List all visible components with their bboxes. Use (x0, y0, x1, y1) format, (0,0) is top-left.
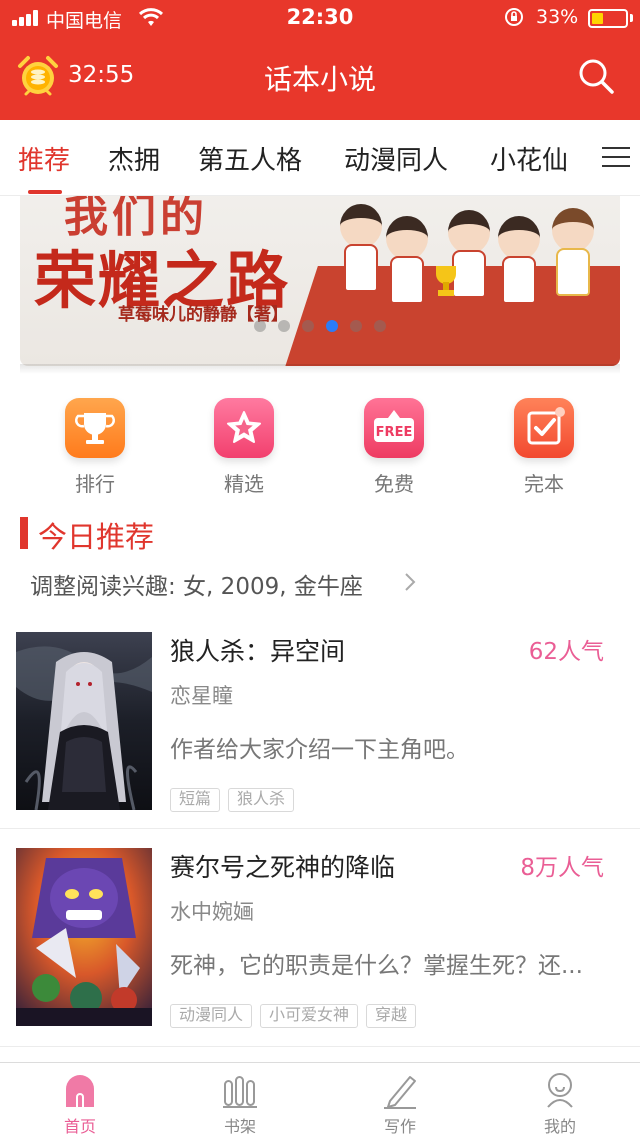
profile-icon (547, 1073, 573, 1108)
book-description: 作者给大家介绍一下主角吧。 (170, 737, 469, 763)
trophy-graphic (436, 266, 456, 296)
bookshelf-icon (223, 1076, 257, 1108)
battery-level-fill (592, 13, 603, 24)
tab-bookshelf[interactable]: 书架 (180, 1063, 300, 1139)
book-tag[interactable]: 狼人杀 (228, 788, 295, 812)
ranking-label: 排行 (75, 472, 115, 496)
app-title: 话本小说 (263, 63, 376, 96)
featured-entry[interactable]: 精选 (204, 398, 284, 498)
book-cover (16, 632, 152, 810)
free-entry[interactable]: FREE 免费 (354, 398, 434, 498)
free-tag-icon: FREE (364, 398, 424, 458)
carousel-indicator (254, 320, 394, 334)
carousel-dot[interactable] (254, 320, 266, 332)
tab-jieyong[interactable]: 杰拥 (108, 140, 160, 177)
book-card[interactable]: 狼人杀：异空间 62人气 恋星瞳 作者给大家介绍一下主角吧。 短篇 狼人杀 (0, 632, 640, 848)
book-title: 狼人杀：异空间 (170, 637, 346, 666)
carousel-dot[interactable] (350, 320, 362, 332)
book-tag[interactable]: 小可爱女神 (260, 1004, 359, 1028)
checkmark-icon (514, 398, 574, 458)
adjust-interest-link[interactable]: 调整阅读兴趣: 女, 2009, 金牛座 (30, 567, 363, 601)
book-popularity: 8万人气 (520, 855, 604, 881)
menu-icon[interactable] (602, 143, 630, 171)
tab-write-label: 写作 (383, 1117, 416, 1136)
banner-character (550, 208, 596, 308)
book-author: 恋星瞳 (170, 684, 233, 708)
divider (0, 1046, 640, 1047)
banner-character (338, 204, 384, 304)
tab-anime-fanfic[interactable]: 动漫同人 (344, 140, 448, 177)
status-bar: 中国电信 22:30 33% (0, 0, 640, 36)
banner-image: 我们的 荣耀之路 草莓味儿的静静【著】 (20, 196, 620, 366)
home-icon (66, 1075, 94, 1107)
active-tab-indicator (28, 190, 62, 194)
carousel-dot[interactable] (326, 320, 338, 332)
banner-character (384, 216, 430, 316)
battery-tip (630, 14, 633, 22)
book-description: 死神，它的职责是什么？掌握生死？还... (170, 953, 583, 979)
chevron-right-icon[interactable] (402, 571, 418, 593)
book-tags: 动漫同人 小可爱女神 穿越 (170, 1004, 424, 1028)
book-card[interactable]: 赛尔号之死神的降临 8万人气 水中婉婳 死神，它的职责是什么？掌握生死？还...… (0, 848, 640, 1064)
ranking-entry[interactable]: 排行 (55, 398, 135, 498)
tab-bookshelf-label: 书架 (223, 1117, 256, 1136)
top-header: 中国电信 22:30 33% 32:55 话本小说 (0, 0, 640, 120)
completed-entry[interactable]: 完本 (504, 398, 584, 498)
category-tabs: 推荐 杰拥 第五人格 动漫同人 小花仙 (0, 120, 640, 196)
book-tag[interactable]: 动漫同人 (170, 1004, 253, 1028)
tab-xiaohuaxian[interactable]: 小花仙 (490, 140, 568, 177)
carousel-dot[interactable] (278, 320, 290, 332)
rotation-lock-icon (505, 8, 523, 26)
tab-write[interactable]: 写作 (340, 1063, 460, 1139)
book-tag[interactable]: 穿越 (366, 1004, 417, 1028)
divider (0, 828, 640, 829)
tab-profile[interactable]: 我的 (500, 1063, 620, 1139)
banner-carousel[interactable]: 我们的 荣耀之路 草莓味儿的静静【著】 (20, 196, 620, 366)
pen-icon (384, 1076, 416, 1109)
free-label: 免费 (374, 472, 414, 496)
tab-home-label: 首页 (63, 1117, 96, 1136)
tab-profile-label: 我的 (543, 1117, 576, 1136)
banner-character (496, 216, 542, 316)
star-icon (214, 398, 274, 458)
banner-shadow (20, 364, 620, 374)
tab-home[interactable]: 首页 (20, 1063, 140, 1139)
tab-recommend[interactable]: 推荐 (18, 140, 70, 177)
book-tag[interactable]: 短篇 (170, 788, 221, 812)
search-icon[interactable] (576, 56, 616, 96)
tab-identity-v[interactable]: 第五人格 (198, 140, 302, 177)
featured-label: 精选 (224, 472, 264, 496)
app-screen: 中国电信 22:30 33% 32:55 话本小说 推荐 杰拥 第五人格 动漫同… (0, 0, 640, 1139)
section-title: 今日推荐 (38, 520, 155, 554)
battery-percent: 33% (536, 6, 579, 28)
bottom-tab-bar: 首页 书架 写作 我的 (0, 1062, 640, 1139)
trophy-icon (65, 398, 125, 458)
book-cover (16, 848, 152, 1026)
battery-icon (588, 9, 628, 28)
carousel-dot[interactable] (302, 320, 314, 332)
book-author: 水中婉婳 (170, 900, 254, 924)
carousel-dot[interactable] (374, 320, 386, 332)
completed-label: 完本 (524, 472, 564, 496)
book-tags: 短篇 狼人杀 (170, 788, 302, 812)
section-marker (20, 517, 28, 549)
free-icon-text: FREE (376, 425, 413, 440)
book-title: 赛尔号之死神的降临 (170, 853, 396, 882)
book-popularity: 62人气 (528, 639, 604, 665)
